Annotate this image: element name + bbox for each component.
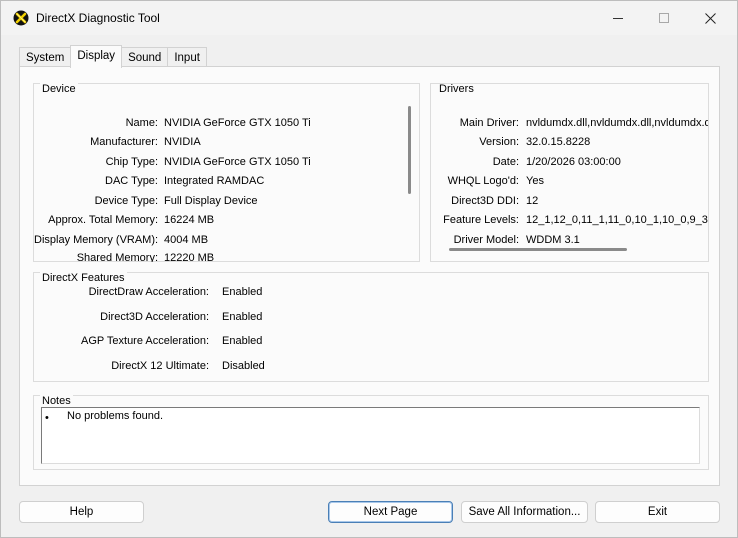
save-all-information-button[interactable]: Save All Information... (461, 501, 588, 523)
device-total-memory-value: 16224 MB (164, 214, 215, 226)
notes-bullet: • (45, 412, 49, 424)
device-device-type-value: Full Display Device (164, 195, 258, 207)
device-row-shared-memory: Shared Memory: 12220 MB (34, 253, 414, 262)
feature-dx12-ultimate-label: DirectX 12 Ultimate: (111, 360, 209, 372)
tab-system[interactable]: System (19, 47, 72, 68)
directx-features-group: DirectX Features DirectDraw Acceleration… (33, 272, 709, 382)
directx-x-icon (13, 10, 29, 26)
driver-feature-levels-value: 12_1,12_0,11_1,11_0,10_1,10_0,9_3 (526, 214, 708, 226)
device-total-memory-label: Approx. Total Memory: (48, 214, 158, 226)
driver-date-label: Date: (492, 156, 519, 168)
tab-input[interactable]: Input (167, 47, 207, 68)
driver-d3d-ddi-label: Direct3D DDI: (451, 195, 519, 207)
notes-textbox[interactable]: • No problems found. (41, 407, 700, 464)
close-button[interactable] (687, 1, 733, 35)
device-row-device-type: Device Type: Full Display Device (34, 195, 414, 211)
drivers-group-title: Drivers (437, 83, 476, 95)
device-dac-type-value: Integrated RAMDAC (164, 175, 265, 187)
feature-row-agp-texture: AGP Texture Acceleration: Enabled (34, 335, 334, 351)
device-row-total-memory: Approx. Total Memory: 16224 MB (34, 214, 414, 230)
tab-strip: System Display Sound Input (19, 45, 207, 68)
driver-version-label: Version: (479, 136, 519, 148)
driver-model-label: Driver Model: (453, 234, 519, 246)
driver-row-main-driver: Main Driver: nvldumdx.dll,nvldumdx.dll,n… (431, 117, 709, 133)
device-shared-memory-label: Shared Memory: (76, 253, 158, 262)
device-row-manufacturer: Manufacturer: NVIDIA (34, 136, 414, 152)
notes-group: Notes • No problems found. (33, 395, 709, 470)
device-row-name: Name: NVIDIA GeForce GTX 1050 Ti (34, 117, 414, 133)
device-row-chip-type: Chip Type: NVIDIA GeForce GTX 1050 Ti (34, 156, 414, 172)
dxdiag-window: DirectX Diagnostic Tool System Display S… (0, 0, 738, 538)
feature-dx12-ultimate-value: Disabled (222, 360, 265, 372)
feature-directdraw-label: DirectDraw Acceleration: (88, 286, 209, 298)
driver-whql-label: WHQL Logo'd: (447, 175, 519, 187)
minimize-icon (613, 17, 623, 19)
drivers-scrollbar-thumb[interactable] (449, 248, 627, 251)
device-shared-memory-value: 12220 MB (164, 253, 215, 262)
device-name-value: NVIDIA GeForce GTX 1050 Ti (164, 117, 311, 129)
device-dac-type-label: DAC Type: (105, 175, 158, 187)
driver-row-d3d-ddi: Direct3D DDI: 12 (431, 195, 708, 211)
maximize-button[interactable] (641, 1, 687, 35)
driver-d3d-ddi-value: 12 (526, 195, 539, 207)
directx-features-title: DirectX Features (40, 272, 127, 284)
tab-sound[interactable]: Sound (121, 47, 169, 68)
driver-model-value: WDDM 3.1 (526, 234, 580, 246)
feature-direct3d-label: Direct3D Acceleration: (100, 311, 209, 323)
maximize-icon (659, 13, 669, 23)
feature-row-direct3d: Direct3D Acceleration: Enabled (34, 311, 334, 327)
next-page-button[interactable]: Next Page (328, 501, 453, 523)
driver-row-feature-levels: Feature Levels: 12_1,12_0,11_1,11_0,10_1… (431, 214, 708, 230)
driver-whql-value: Yes (526, 175, 544, 187)
device-vram-value: 4004 MB (164, 234, 209, 246)
device-scrollbar-thumb[interactable] (408, 106, 411, 194)
close-icon (704, 12, 716, 24)
notes-group-title: Notes (40, 395, 73, 407)
feature-directdraw-value: Enabled (222, 286, 263, 298)
title-bar: DirectX Diagnostic Tool (1, 1, 737, 35)
feature-row-directdraw: DirectDraw Acceleration: Enabled (34, 286, 334, 302)
drivers-group[interactable]: Drivers Main Driver: nvldumdx.dll,nvldum… (430, 83, 709, 262)
device-group[interactable]: Device Name: NVIDIA GeForce GTX 1050 Ti … (33, 83, 420, 262)
driver-row-whql: WHQL Logo'd: Yes (431, 175, 708, 191)
driver-date-value: 1/20/2026 03:00:00 (526, 156, 621, 168)
notes-item: No problems found. (67, 410, 163, 422)
driver-row-version: Version: 32.0.15.8228 (431, 136, 708, 152)
feature-agp-texture-label: AGP Texture Acceleration: (81, 335, 209, 347)
driver-main-label: Main Driver: (459, 117, 519, 129)
device-group-title: Device (40, 83, 78, 95)
device-manufacturer-value: NVIDIA (164, 136, 201, 148)
display-tab-panel: Device Name: NVIDIA GeForce GTX 1050 Ti … (19, 66, 720, 486)
device-chip-type-value: NVIDIA GeForce GTX 1050 Ti (164, 156, 311, 168)
device-row-vram: Display Memory (VRAM): 4004 MB (34, 234, 414, 250)
tab-display[interactable]: Display (70, 45, 123, 68)
feature-agp-texture-value: Enabled (222, 335, 263, 347)
driver-version-value: 32.0.15.8228 (526, 136, 591, 148)
device-name-label: Name: (125, 117, 158, 129)
device-chip-type-label: Chip Type: (105, 156, 158, 168)
device-vram-label: Display Memory (VRAM): (34, 234, 159, 246)
driver-feature-levels-label: Feature Levels: (443, 214, 519, 226)
exit-button[interactable]: Exit (595, 501, 720, 523)
device-device-type-label: Device Type: (94, 195, 158, 207)
feature-direct3d-value: Enabled (222, 311, 263, 323)
window-title: DirectX Diagnostic Tool (36, 11, 160, 25)
driver-main-value: nvldumdx.dll,nvldumdx.dll,nvldumdx.d (526, 117, 709, 129)
feature-row-dx12-ultimate: DirectX 12 Ultimate: Disabled (34, 360, 334, 376)
device-manufacturer-label: Manufacturer: (90, 136, 158, 148)
device-row-dac-type: DAC Type: Integrated RAMDAC (34, 175, 414, 191)
minimize-button[interactable] (595, 1, 641, 35)
help-button[interactable]: Help (19, 501, 144, 523)
driver-row-date: Date: 1/20/2026 03:00:00 (431, 156, 708, 172)
